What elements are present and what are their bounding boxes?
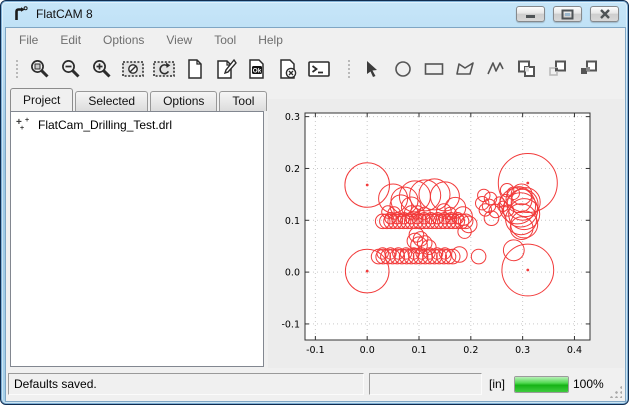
project-tree[interactable]: +++ FlatCam_Drilling_Test.drl [10, 111, 264, 367]
clear-plot-button[interactable] [117, 55, 148, 83]
union-icon [516, 59, 538, 79]
svg-text:-0.1: -0.1 [306, 345, 325, 356]
zoom-out-button[interactable] [55, 55, 86, 83]
menu-tool[interactable]: Tool [214, 33, 236, 47]
polygon-subtraction-button[interactable] [573, 55, 604, 83]
polygon-tool-icon [454, 59, 476, 79]
replot-button[interactable] [148, 55, 179, 83]
edit-file-icon [214, 58, 238, 80]
menu-edit[interactable]: Edit [60, 33, 81, 47]
toolbar-handle[interactable] [14, 58, 19, 80]
title-bar[interactable]: FlatCAM 8 [1, 1, 628, 28]
add-polygon-button[interactable] [449, 55, 480, 83]
status-secondary-panel [369, 373, 482, 395]
svg-text:0.2: 0.2 [463, 345, 478, 356]
svg-text:0.0: 0.0 [360, 345, 375, 356]
svg-text:Ok: Ok [252, 67, 261, 74]
editor-button[interactable] [210, 55, 241, 83]
tree-item-drill-object[interactable]: +++ FlatCam_Drilling_Test.drl [11, 112, 263, 133]
clear-plot-icon [121, 58, 145, 80]
plot-canvas[interactable]: -0.1 0.0 0.1 0.2 0.3 0.4 -0.1 0.0 0.1 0.2 0.3 [268, 99, 624, 368]
tree-item-label: FlatCam_Drilling_Test.drl [34, 118, 172, 132]
svg-text:-0.1: -0.1 [281, 319, 300, 330]
add-path-button[interactable] [480, 55, 511, 83]
shell-button[interactable] [303, 55, 334, 83]
svg-text:0.4: 0.4 [567, 345, 582, 356]
rectangle-tool-icon [423, 59, 445, 79]
subtraction-icon [578, 59, 600, 79]
tab-bar: Project Selected Options Tool [10, 88, 269, 111]
window-title: FlatCAM 8 [36, 7, 93, 21]
save-ok-button[interactable]: Ok [241, 55, 272, 83]
ok-file-icon: Ok [246, 58, 268, 80]
path-tool-icon [485, 59, 507, 79]
progress-percent-label: 100% [573, 373, 604, 395]
intersection-icon [547, 59, 569, 79]
status-message: Defaults saved. [14, 377, 97, 391]
minimize-button[interactable] [516, 6, 545, 22]
replot-icon [152, 58, 176, 80]
select-tool-button[interactable] [356, 55, 387, 83]
delete-file-icon [277, 58, 299, 80]
toolbar: Ok [6, 52, 625, 85]
svg-text:0.3: 0.3 [515, 345, 530, 356]
zoom-in-button[interactable] [86, 55, 117, 83]
maximize-icon [561, 9, 574, 20]
new-file-icon [184, 58, 206, 80]
client-area: File Edit Options View Tool Help [5, 27, 626, 402]
svg-text:0.1: 0.1 [285, 216, 300, 227]
drill-plot[interactable]: -0.1 0.0 0.1 0.2 0.3 0.4 -0.1 0.0 0.1 0.2 0.3 [268, 99, 624, 368]
zoom-fit-icon [29, 58, 51, 80]
tab-tool[interactable]: Tool [219, 91, 267, 111]
delete-button[interactable] [272, 55, 303, 83]
zoom-out-icon [60, 58, 82, 80]
drill-points-icon: +++ [16, 117, 34, 133]
svg-text:0.1: 0.1 [411, 345, 426, 356]
menu-bar: File Edit Options View Tool Help [6, 28, 625, 52]
progress-fill [515, 377, 568, 392]
svg-text:0.2: 0.2 [285, 164, 300, 175]
add-circle-button[interactable] [387, 55, 418, 83]
menu-view[interactable]: View [166, 33, 192, 47]
select-arrow-icon [362, 59, 382, 79]
close-icon [599, 9, 611, 19]
tab-selected[interactable]: Selected [75, 91, 148, 111]
new-blank-button[interactable] [179, 55, 210, 83]
app-window: FlatCAM 8 File Edit Options View Tool He… [0, 0, 629, 405]
progress-bar [514, 376, 569, 393]
zoom-in-icon [91, 58, 113, 80]
zoom-fit-button[interactable] [24, 55, 55, 83]
minimize-icon [525, 9, 537, 19]
menu-options[interactable]: Options [103, 33, 144, 47]
units-label: [in] [489, 373, 505, 395]
maximize-button[interactable] [553, 6, 582, 22]
resize-grip-icon[interactable] [609, 385, 622, 398]
svg-text:0.0: 0.0 [285, 268, 300, 279]
circle-tool-icon [393, 59, 413, 79]
flatcam-logo-icon [12, 6, 29, 23]
tab-options[interactable]: Options [150, 91, 217, 111]
shell-icon [307, 58, 331, 80]
menu-help[interactable]: Help [258, 33, 283, 47]
tab-project[interactable]: Project [10, 88, 73, 111]
menu-file[interactable]: File [19, 33, 38, 47]
svg-text:0.3: 0.3 [285, 112, 300, 123]
status-message-panel: Defaults saved. [8, 373, 364, 395]
polygon-intersection-button[interactable] [542, 55, 573, 83]
close-button[interactable] [590, 6, 619, 22]
add-rectangle-button[interactable] [418, 55, 449, 83]
polygon-union-button[interactable] [511, 55, 542, 83]
status-bar: Defaults saved. [in] 100% [6, 369, 625, 401]
toolbar-handle-2[interactable] [346, 58, 351, 80]
